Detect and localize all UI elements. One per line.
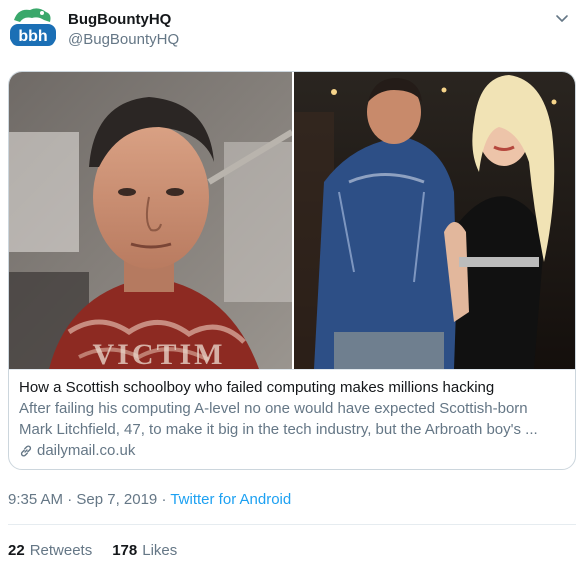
retweets-count: 22 (8, 542, 25, 559)
card-domain-row: dailymail.co.uk (19, 441, 567, 461)
divider (8, 524, 576, 525)
card-images: VICTIM (9, 72, 575, 369)
likes-stat[interactable]: 178 Likes (112, 542, 177, 559)
likes-label: Likes (142, 542, 178, 559)
shirt-text: VICTIM (92, 338, 225, 369)
source-link[interactable]: Twitter for Android (170, 491, 291, 508)
tweet-meta: 9:35 AM · Sep 7, 2019 · Twitter for Andr… (8, 491, 291, 508)
chevron-down-icon[interactable] (554, 10, 570, 26)
card-title: How a Scottish schoolboy who failed comp… (19, 379, 495, 396)
card-image-right (294, 72, 575, 369)
user-handle[interactable]: @BugBountyHQ (68, 31, 179, 48)
card-description-line-1: After failing his computing A-level no o… (19, 400, 528, 417)
avatar[interactable]: bbh (8, 4, 58, 54)
card-domain: dailymail.co.uk (37, 442, 136, 459)
retweets-label: Retweets (29, 542, 93, 559)
card-text: How a Scottish schoolboy who failed comp… (9, 369, 575, 469)
timestamp[interactable]: 9:35 AM · Sep 7, 2019 (8, 491, 157, 508)
meta-separator: · (157, 491, 171, 508)
display-name[interactable]: BugBountyHQ (68, 11, 171, 28)
avatar-logo-text: bbh (18, 28, 47, 45)
link-icon (20, 445, 32, 457)
link-card[interactable]: VICTIM How a Scottish schoolboy who fail… (8, 71, 576, 470)
tweet-header: bbh BugBountyHQ @BugBountyHQ (8, 4, 576, 56)
likes-count: 178 (112, 542, 138, 559)
card-image-left: VICTIM (9, 72, 292, 369)
retweets-stat[interactable]: 22 Retweets (8, 542, 92, 559)
card-description-line-2: Mark Litchfield, 47, to make it big in t… (19, 421, 538, 438)
tweet-stats: 22 Retweets 178 Likes (8, 542, 197, 559)
